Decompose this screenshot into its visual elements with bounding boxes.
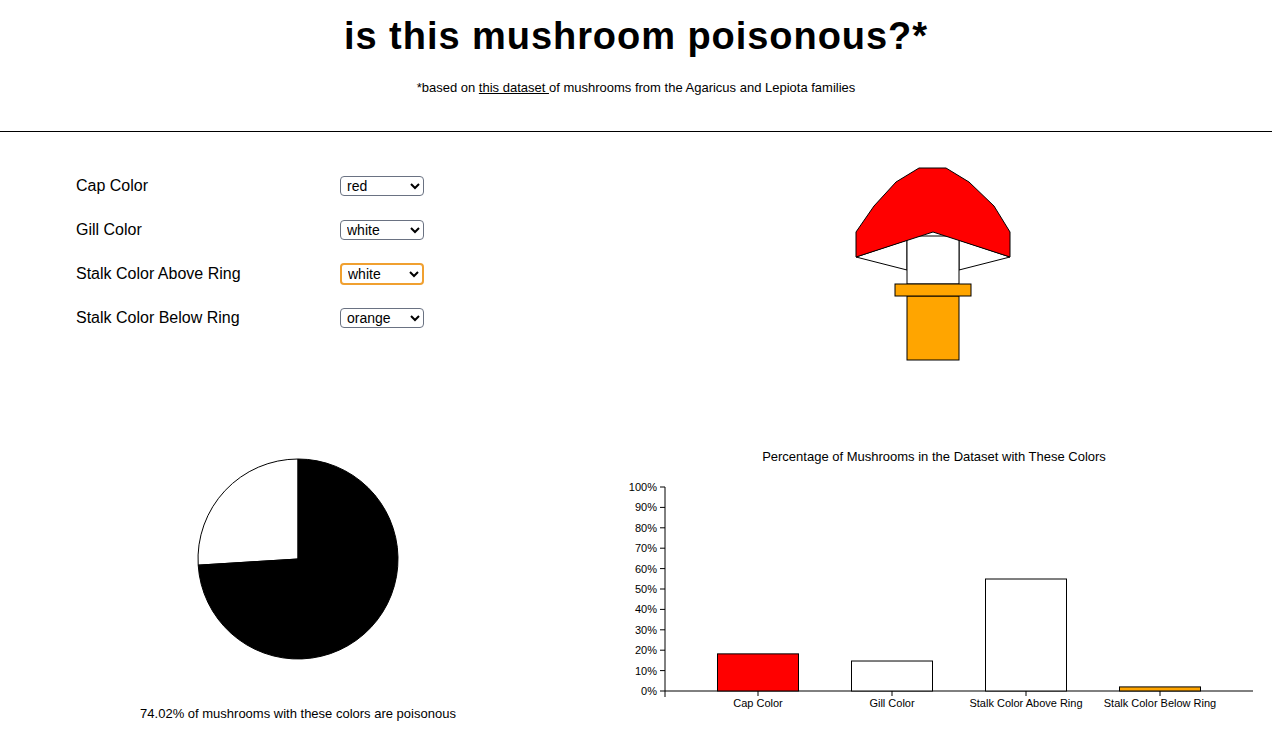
control-row: Stalk Color Below Ringorange	[76, 307, 596, 329]
mushroom-drawing	[849, 162, 1019, 367]
y-tick: 60%	[635, 563, 665, 575]
bar-chart: 0% 10% 20% 30% 40% 50% 60% 70% 80% 90% 100% Cap Col…	[614, 470, 1254, 715]
control-label: Stalk Color Below Ring	[76, 306, 340, 330]
control-label: Stalk Color Above Ring	[76, 262, 340, 286]
app: is this mushroom poisonous?* *based on th…	[0, 0, 1272, 747]
pie-slice-edible	[198, 459, 298, 565]
stalk-above-ring	[907, 236, 959, 284]
y-tick: 40%	[635, 603, 665, 615]
main: Cap ColorredGill ColorwhiteStalk Color A…	[0, 132, 1272, 722]
y-tick: 20%	[635, 644, 665, 656]
svg-text:40%: 40%	[635, 603, 657, 615]
svg-text:Cap Color: Cap Color	[733, 697, 783, 709]
pie-slice-poisonous	[198, 459, 398, 659]
svg-text:Gill Color: Gill Color	[869, 697, 915, 709]
svg-text:80%: 80%	[635, 522, 657, 534]
svg-text:Stalk Color Below Ring: Stalk Color Below Ring	[1104, 697, 1217, 709]
page-title: is this mushroom poisonous?*	[344, 12, 928, 60]
bar-panel: Percentage of Mushrooms in the Dataset w…	[596, 400, 1272, 722]
color-select[interactable]: white	[340, 263, 424, 285]
ring	[895, 284, 971, 296]
svg-text:90%: 90%	[635, 501, 657, 513]
control-row: Cap Colorred	[76, 175, 596, 197]
y-tick: 50%	[635, 583, 665, 595]
color-select[interactable]: orange	[340, 308, 424, 328]
control-row: Stalk Color Above Ringwhite	[76, 263, 596, 285]
svg-text:70%: 70%	[635, 542, 657, 554]
cap	[856, 168, 1010, 257]
mushroom-panel	[596, 132, 1272, 400]
stalk-below-ring	[907, 296, 959, 360]
svg-text:100%: 100%	[629, 481, 657, 493]
controls-panel: Cap ColorredGill ColorwhiteStalk Color A…	[0, 132, 596, 400]
bar: Cap Color	[718, 654, 799, 709]
y-tick: 30%	[635, 624, 665, 636]
pie-caption: 74.02% of mushrooms with these colors ar…	[140, 706, 456, 722]
bar: Stalk Color Above Ring	[969, 579, 1082, 709]
svg-text:0%: 0%	[641, 685, 657, 697]
svg-text:20%: 20%	[635, 644, 657, 656]
svg-text:10%: 10%	[635, 665, 657, 677]
bar: Stalk Color Below Ring	[1104, 687, 1217, 709]
control-label: Cap Color	[76, 174, 340, 198]
y-tick: 10%	[635, 665, 665, 677]
y-tick: 0%	[641, 685, 665, 697]
header: is this mushroom poisonous?* *based on th…	[0, 0, 1272, 132]
svg-text:60%: 60%	[635, 563, 657, 575]
control-row: Gill Colorwhite	[76, 219, 596, 241]
svg-text:30%: 30%	[635, 624, 657, 636]
y-tick: 100%	[629, 481, 665, 493]
y-tick: 70%	[635, 542, 665, 554]
pie-panel: 74.02% of mushrooms with these colors ar…	[0, 400, 596, 722]
svg-text:Stalk Color Above Ring: Stalk Color Above Ring	[969, 697, 1082, 709]
dataset-link[interactable]: this dataset	[479, 80, 549, 95]
y-tick: 90%	[635, 501, 665, 513]
y-tick: 80%	[635, 522, 665, 534]
pie-chart	[196, 457, 400, 661]
svg-text:50%: 50%	[635, 583, 657, 595]
color-select[interactable]: red	[340, 176, 424, 196]
bar: Gill Color	[852, 661, 933, 709]
color-select[interactable]: white	[340, 220, 424, 240]
control-label: Gill Color	[76, 218, 340, 242]
dataset-note: *based on this dataset of mushrooms from…	[417, 80, 856, 96]
bar-chart-title: Percentage of Mushrooms in the Dataset w…	[596, 449, 1272, 465]
